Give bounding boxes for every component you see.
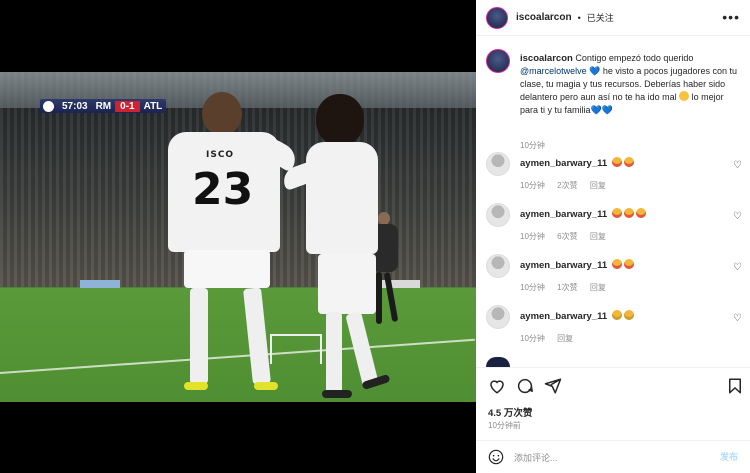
comment-text: aymen_barwary_11 xyxy=(520,259,634,271)
comment-time: 10分钟 xyxy=(520,283,545,292)
comment-text: aymen_barwary_11 xyxy=(520,208,646,220)
blue-heart-icon: 💙 xyxy=(589,66,601,76)
emoji-picker-icon[interactable] xyxy=(488,449,504,465)
comment-time: 10分钟 xyxy=(520,181,545,190)
comment-text: aymen_barwary_11 xyxy=(520,157,634,169)
comment-like-heart-icon[interactable]: ♡ xyxy=(733,262,742,273)
header-separator: • xyxy=(577,12,581,23)
shirt-name: ISCO xyxy=(206,150,235,160)
action-icons xyxy=(488,377,744,395)
ad-board xyxy=(80,280,120,288)
heart-icon[interactable] xyxy=(488,377,506,395)
away-team: ATL xyxy=(143,100,163,112)
comment-meta: 10分钟 6次赞 回复 xyxy=(520,231,616,242)
comment-like-heart-icon[interactable]: ♡ xyxy=(733,160,742,171)
comment-item: aymen_barwary_11 10分钟 回复 ♡ xyxy=(486,303,744,351)
author-avatar[interactable] xyxy=(486,6,508,29)
commenter-avatar[interactable] xyxy=(486,152,510,176)
comment-item: aymen_barwary_11 10分钟 6次赞 回复 ♡ xyxy=(486,201,744,249)
heart-eyes-emoji-icon xyxy=(623,157,634,167)
reply-button[interactable]: 回复 xyxy=(590,232,606,241)
reply-button[interactable]: 回复 xyxy=(557,334,573,343)
comment-item: aymen_barwary_11 10分钟 2次赞 回复 ♡ xyxy=(486,150,744,198)
heart-eyes-emoji-icon xyxy=(611,157,622,167)
following-button[interactable]: 已关注 xyxy=(587,11,614,24)
commenter-username[interactable]: aymen_barwary_11 xyxy=(520,209,607,220)
comment-meta: 10分钟 2次赞 回复 xyxy=(520,180,616,191)
post-header: iscoalarcon • 已关注 ••• xyxy=(476,0,750,36)
reply-button[interactable]: 回复 xyxy=(590,283,606,292)
comment-like-heart-icon[interactable]: ♡ xyxy=(733,313,742,324)
caption-line-1: Contigo empezó todo querido xyxy=(575,53,694,63)
heart-eyes-emoji-icon xyxy=(623,208,634,218)
scoreboard-overlay: 57:03 RM 0-1 ATL xyxy=(40,99,167,113)
home-team: RM xyxy=(95,100,112,112)
match-score: 0-1 xyxy=(115,100,140,112)
heart-eyes-emoji-icon xyxy=(635,208,646,218)
instagram-post-modal: ISCO 23 12 57 xyxy=(0,0,750,473)
caption-username[interactable]: iscoalarcon xyxy=(520,53,573,64)
comment-text: aymen_barwary_11 xyxy=(520,310,634,322)
commenter-username[interactable]: aymen_barwary_11 xyxy=(520,158,607,169)
goal-frame xyxy=(270,334,322,364)
comment-input[interactable] xyxy=(514,450,694,465)
grin-emoji-icon xyxy=(679,91,690,101)
commenter-username[interactable]: aymen_barwary_11 xyxy=(520,311,607,322)
commenter-avatar[interactable] xyxy=(486,254,510,278)
reply-button[interactable]: 回复 xyxy=(590,181,606,190)
comment-time: 10分钟 xyxy=(520,232,545,241)
media-pane: ISCO 23 12 57 xyxy=(0,0,476,473)
comment-meta: 10分钟 回复 xyxy=(520,333,583,344)
comment-item: aymen_barwary_11 10分钟 1次赞 回复 ♡ xyxy=(486,252,744,300)
author-username[interactable]: iscoalarcon xyxy=(516,12,572,23)
sad-emoji-icon xyxy=(623,310,634,320)
caption-avatar[interactable] xyxy=(486,49,510,73)
caption-mention[interactable]: @marcelotwelve xyxy=(520,66,587,76)
commenter-avatar[interactable] xyxy=(486,203,510,227)
sad-emoji-icon xyxy=(611,310,622,320)
comment-like-heart-icon[interactable]: ♡ xyxy=(733,211,742,222)
next-comment-avatar xyxy=(486,357,510,367)
comment-icon[interactable] xyxy=(516,377,534,395)
post-timestamp: 10分钟前 xyxy=(488,421,521,430)
heart-eyes-emoji-icon xyxy=(623,259,634,269)
more-options-icon[interactable]: ••• xyxy=(722,9,740,25)
caption-text: iscoalarcon Contigo empezó todo querido … xyxy=(520,52,742,117)
commenter-avatar[interactable] xyxy=(486,305,510,329)
post-details-panel: iscoalarcon • 已关注 ••• iscoalarcon Contig… xyxy=(476,0,750,473)
match-clock: 57:03 xyxy=(62,100,88,112)
comment-meta: 10分钟 1次赞 回复 xyxy=(520,282,616,293)
commenter-username[interactable]: aymen_barwary_11 xyxy=(520,260,607,271)
comment-likes[interactable]: 6次赞 xyxy=(557,232,577,241)
add-comment-bar: 发布 xyxy=(476,440,750,473)
heart-eyes-emoji-icon xyxy=(611,208,622,218)
likes-count[interactable]: 4.5 万次赞 xyxy=(488,405,532,419)
heart-eyes-emoji-icon xyxy=(611,259,622,269)
shirt-number: 23 xyxy=(192,164,254,215)
comment-likes[interactable]: 2次赞 xyxy=(557,181,577,190)
bookmark-icon[interactable] xyxy=(726,377,744,395)
comment-time: 10分钟 xyxy=(520,334,545,343)
share-icon[interactable] xyxy=(544,377,562,395)
champions-league-logo xyxy=(43,100,54,112)
comment-likes[interactable]: 1次赞 xyxy=(557,283,577,292)
post-video[interactable]: ISCO 23 12 57 xyxy=(0,72,476,402)
comments-list[interactable]: iscoalarcon Contigo empezó todo querido … xyxy=(476,37,750,367)
blue-hearts-icon: 💙💙 xyxy=(590,105,613,115)
post-comment-button[interactable]: 发布 xyxy=(720,450,738,463)
